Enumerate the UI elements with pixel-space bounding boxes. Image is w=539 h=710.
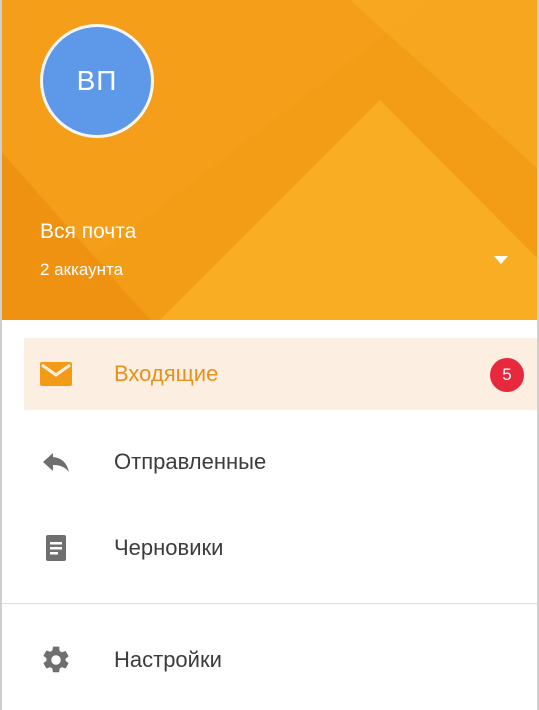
drawer-border-left [0, 0, 2, 710]
nav-item-settings[interactable]: Настройки [24, 624, 538, 696]
document-icon [39, 534, 73, 562]
nav-item-label: Отправленные [114, 449, 267, 474]
account-subtitle: 2 аккаунта [40, 260, 124, 279]
account-header: ВП Вся почта 2 аккаунта [0, 0, 539, 320]
unread-count-badge: 5 [490, 358, 524, 392]
reply-icon [39, 448, 73, 476]
caret-down-icon [494, 256, 508, 264]
divider [2, 603, 537, 604]
nav-item-inbox[interactable]: Входящие 5 [24, 338, 538, 410]
gear-icon [39, 646, 73, 674]
avatar[interactable]: ВП [40, 24, 154, 138]
account-title: Вся почта [40, 220, 137, 243]
nav-item-label: Входящие [114, 361, 219, 386]
nav-item-label: Черновики [114, 535, 224, 560]
nav-item-drafts[interactable]: Черновики [24, 512, 538, 584]
envelope-icon [39, 360, 73, 388]
navigation-drawer: ВП Вся почта 2 аккаунта Входящие 5 Отпра… [0, 0, 539, 710]
nav-item-label: Настройки [114, 647, 222, 672]
account-switch-button[interactable] [483, 246, 519, 274]
nav-item-sent[interactable]: Отправленные [24, 426, 538, 498]
